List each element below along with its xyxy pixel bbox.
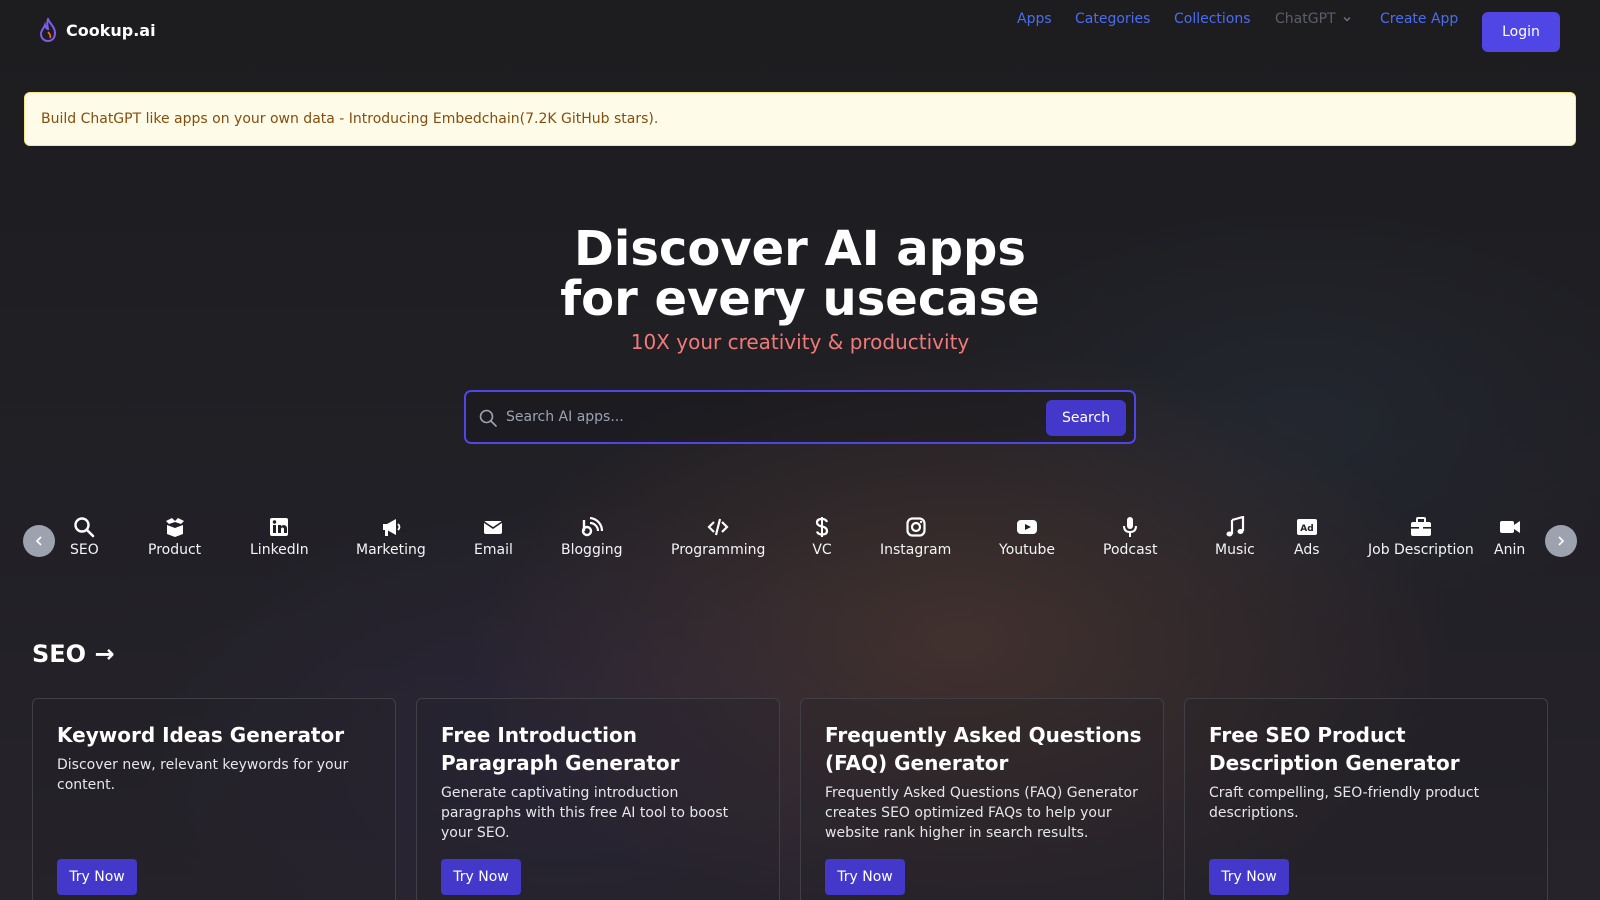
category-music[interactable]: Music <box>1215 516 1255 558</box>
video-camera-icon <box>1499 521 1520 533</box>
microphone-icon <box>1123 517 1138 537</box>
card-description: Discover new, relevant keywords for your… <box>57 757 349 793</box>
search-bar: Search <box>464 390 1136 444</box>
announcement-banner[interactable]: Build ChatGPT like apps on your own data… <box>24 92 1576 146</box>
app-card[interactable]: Frequently Asked Questions (FAQ) Generat… <box>800 698 1164 900</box>
card-title: Keyword Ideas Generator <box>57 723 345 747</box>
top-header: Cookup.ai Apps Categories Collections Ch… <box>0 0 1600 64</box>
category-label: Product <box>148 542 202 558</box>
hero-subtitle: 10X your creativity & productivity <box>630 330 970 354</box>
linkedin-icon <box>270 518 289 536</box>
category-ads[interactable]: Ad Ads <box>1294 516 1320 558</box>
music-note-icon <box>1226 516 1245 537</box>
blog-icon <box>581 516 603 537</box>
youtube-icon <box>1017 520 1037 534</box>
category-linkedin[interactable]: LinkedIn <box>250 516 309 558</box>
nav-create-app-link[interactable]: Create App <box>1380 11 1458 27</box>
category-label: Job Description <box>1368 542 1474 558</box>
category-label: Programming <box>671 542 766 558</box>
section-title-seo[interactable]: SEO → <box>32 640 115 668</box>
hero-title-line-2: for every usecase <box>560 271 1040 327</box>
category-instagram[interactable]: Instagram <box>880 516 951 558</box>
search-icon <box>74 517 95 538</box>
category-label: Blogging <box>561 542 623 558</box>
ad-icon: Ad <box>1296 519 1317 535</box>
search-icon <box>479 409 497 427</box>
category-carousel: SEO Product LinkedIn Marketing Email Blo… <box>62 516 1552 572</box>
category-label: Youtube <box>999 542 1055 558</box>
nav-categories-link[interactable]: Categories <box>1075 11 1150 27</box>
category-label: VC <box>812 542 832 558</box>
instagram-icon <box>906 517 926 537</box>
card-title: Frequently Asked Questions (FAQ) Generat… <box>825 723 1142 775</box>
chevron-left-icon <box>35 536 42 546</box>
brand-logo-link[interactable]: Cookup.ai <box>38 18 156 42</box>
app-card[interactable]: Keyword Ideas Generator Discover new, re… <box>32 698 396 900</box>
category-label: Music <box>1215 542 1255 558</box>
nav-chatgpt-label: ChatGPT <box>1275 11 1336 27</box>
category-job-description[interactable]: Job Description <box>1368 516 1474 558</box>
chevron-right-icon <box>1558 536 1565 546</box>
nav-apps-link[interactable]: Apps <box>1017 11 1052 27</box>
card-title: Free Introduction Paragraph Generator <box>441 723 680 775</box>
banner-text: Build ChatGPT like apps on your own data… <box>41 111 659 127</box>
search-button[interactable]: Search <box>1046 400 1126 436</box>
category-marketing[interactable]: Marketing <box>356 516 426 558</box>
category-vc[interactable]: VC <box>811 516 833 558</box>
briefcase-icon <box>1410 517 1431 536</box>
card-title: Free SEO Product Description Generator <box>1209 723 1460 775</box>
category-label: Instagram <box>880 542 952 558</box>
try-now-button[interactable]: Try Now <box>57 859 137 895</box>
app-card[interactable]: Free Introduction Paragraph Generator Ge… <box>416 698 780 900</box>
category-label: Anin <box>1494 542 1526 558</box>
code-icon <box>707 518 729 536</box>
hero-title-line-1: Discover AI apps <box>574 221 1026 277</box>
try-now-button[interactable]: Try Now <box>441 859 521 895</box>
chevron-down-icon <box>1343 17 1351 22</box>
category-label: Marketing <box>356 542 426 558</box>
envelope-icon <box>483 521 503 534</box>
megaphone-icon <box>382 519 401 536</box>
category-animation[interactable]: Anin <box>1494 516 1525 558</box>
try-now-button[interactable]: Try Now <box>1209 859 1289 895</box>
category-label: SEO <box>70 542 99 558</box>
try-now-button[interactable]: Try Now <box>825 859 905 895</box>
category-label: LinkedIn <box>250 542 309 558</box>
svg-text:Ad: Ad <box>1300 524 1313 534</box>
category-youtube[interactable]: Youtube <box>999 516 1055 558</box>
category-seo[interactable]: SEO <box>70 516 99 558</box>
category-blogging[interactable]: Blogging <box>561 516 622 558</box>
app-card[interactable]: Free SEO Product Description Generator C… <box>1184 698 1548 900</box>
box-icon <box>165 518 184 537</box>
nav-chatgpt-dropdown[interactable]: ChatGPT <box>1275 11 1352 27</box>
brand-name: Cookup.ai <box>66 20 156 40</box>
category-programming[interactable]: Programming <box>671 516 765 558</box>
category-podcast[interactable]: Podcast <box>1103 516 1157 558</box>
category-product[interactable]: Product <box>148 516 201 558</box>
dollar-icon <box>815 517 829 537</box>
carousel-prev-button[interactable] <box>23 525 55 557</box>
category-label: Ads <box>1294 542 1320 558</box>
card-description: Craft compelling, SEO-friendly product d… <box>1209 785 1480 821</box>
category-label: Email <box>474 542 513 558</box>
search-input[interactable] <box>506 400 1086 434</box>
nav-collections-link[interactable]: Collections <box>1174 11 1251 27</box>
flame-icon <box>39 18 57 42</box>
carousel-next-button[interactable] <box>1545 525 1577 557</box>
login-button[interactable]: Login <box>1482 12 1560 52</box>
hero-title: Discover AI apps for every usecase <box>0 224 1600 324</box>
category-email[interactable]: Email <box>474 516 513 558</box>
card-description: Frequently Asked Questions (FAQ) Generat… <box>825 785 1138 841</box>
card-description: Generate captivating introduction paragr… <box>441 785 729 841</box>
category-label: Podcast <box>1103 542 1158 558</box>
